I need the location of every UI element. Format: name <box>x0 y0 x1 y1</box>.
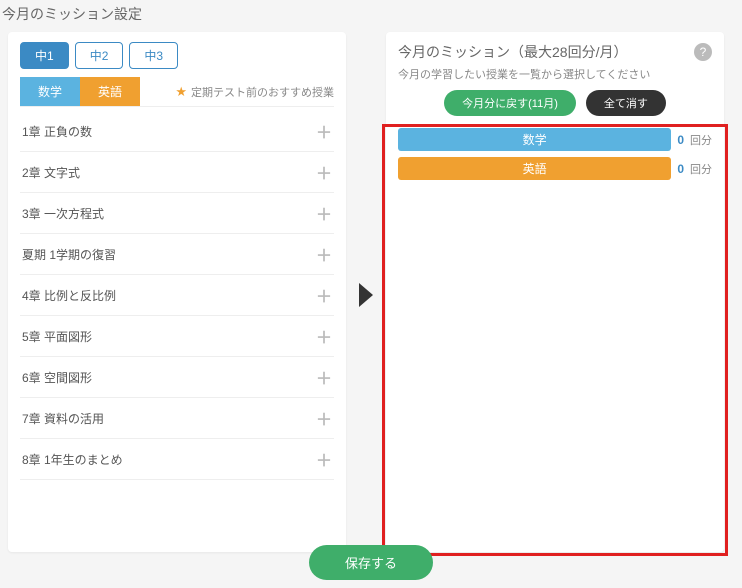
chapter-row[interactable]: 4章 比例と反比例 ＋ <box>20 275 334 316</box>
plus-icon: ＋ <box>316 201 332 225</box>
chapter-row[interactable]: 6章 空間図形 ＋ <box>20 357 334 398</box>
chapter-list: 1章 正負の数 ＋ 2章 文字式 ＋ 3章 一次方程式 ＋ 夏期 1学期の復習 ＋ 4章… <box>20 111 334 480</box>
arrow-right-icon <box>359 283 373 307</box>
subject-tab-english[interactable]: 英語 <box>80 77 140 106</box>
chapter-label: 5章 平面図形 <box>22 328 92 345</box>
chapter-label: 7章 資料の活用 <box>22 410 104 427</box>
main-container: 中1 中2 中3 数学 英語 ★ 定期テスト前のおすすめ授業 1章 正負の数 ＋ … <box>0 26 742 566</box>
action-row: 今月分に戻す(11月) 全て消す <box>398 90 712 116</box>
right-subtitle: 今月の学習したい授業を一覧から選択してください <box>398 66 712 82</box>
subject-tabs: 数学 英語 ★ 定期テスト前のおすすめ授業 <box>20 77 334 107</box>
right-panel: 今月のミッション（最大28回分/月） ? 今月の学習したい授業を一覧から選択して… <box>386 32 724 552</box>
english-count: 0 <box>677 162 684 176</box>
reset-month-button[interactable]: 今月分に戻す(11月) <box>444 90 576 116</box>
chapter-label: 8章 1年生のまとめ <box>22 451 123 468</box>
help-icon[interactable]: ? <box>694 43 712 61</box>
right-title-row: 今月のミッション（最大28回分/月） ? <box>398 42 712 62</box>
chapter-label: 4章 比例と反比例 <box>22 287 116 304</box>
subject-row-english: 英語 0 回分 <box>398 157 712 180</box>
grade-tabs: 中1 中2 中3 <box>20 42 334 69</box>
subject-row-math: 数学 0 回分 <box>398 128 712 151</box>
grade-tab-3[interactable]: 中3 <box>129 42 178 69</box>
chapter-row[interactable]: 7章 資料の活用 ＋ <box>20 398 334 439</box>
plus-icon: ＋ <box>316 160 332 184</box>
save-button[interactable]: 保存する <box>309 545 433 580</box>
recommended-label: ★ 定期テスト前のおすすめ授業 <box>175 84 334 100</box>
plus-icon: ＋ <box>316 119 332 143</box>
chapter-label: 2章 文字式 <box>22 164 80 181</box>
subject-tab-math[interactable]: 数学 <box>20 77 80 106</box>
chapter-row[interactable]: 夏期 1学期の復習 ＋ <box>20 234 334 275</box>
plus-icon: ＋ <box>316 283 332 307</box>
plus-icon: ＋ <box>316 406 332 430</box>
subject-bar-math[interactable]: 数学 <box>398 128 671 151</box>
chapter-row[interactable]: 5章 平面図形 ＋ <box>20 316 334 357</box>
footer: 保存する <box>0 545 742 580</box>
math-count: 0 <box>677 133 684 147</box>
highlight-frame <box>382 124 728 556</box>
left-panel: 中1 中2 中3 数学 英語 ★ 定期テスト前のおすすめ授業 1章 正負の数 ＋ … <box>8 32 346 552</box>
plus-icon: ＋ <box>316 324 332 348</box>
chapter-label: 6章 空間図形 <box>22 369 92 386</box>
chapter-label: 1章 正負の数 <box>22 123 92 140</box>
recommended-text: 定期テスト前のおすすめ授業 <box>191 84 334 100</box>
grade-tab-2[interactable]: 中2 <box>75 42 124 69</box>
subject-bar-english[interactable]: 英語 <box>398 157 671 180</box>
star-icon: ★ <box>175 84 187 100</box>
plus-icon: ＋ <box>316 447 332 471</box>
page-title: 今月のミッション設定 <box>0 0 742 26</box>
right-title: 今月のミッション（最大28回分/月） <box>398 42 627 62</box>
chapter-label: 夏期 1学期の復習 <box>22 246 116 263</box>
plus-icon: ＋ <box>316 242 332 266</box>
chapter-row[interactable]: 8章 1年生のまとめ ＋ <box>20 439 334 480</box>
chapter-label: 3章 一次方程式 <box>22 205 104 222</box>
grade-tab-1[interactable]: 中1 <box>20 42 69 69</box>
count-suffix: 回分 <box>690 161 712 177</box>
chapter-row[interactable]: 2章 文字式 ＋ <box>20 152 334 193</box>
clear-all-button[interactable]: 全て消す <box>586 90 666 116</box>
arrow-column <box>354 32 378 558</box>
count-suffix: 回分 <box>690 132 712 148</box>
chapter-row[interactable]: 1章 正負の数 ＋ <box>20 111 334 152</box>
chapter-row[interactable]: 3章 一次方程式 ＋ <box>20 193 334 234</box>
plus-icon: ＋ <box>316 365 332 389</box>
